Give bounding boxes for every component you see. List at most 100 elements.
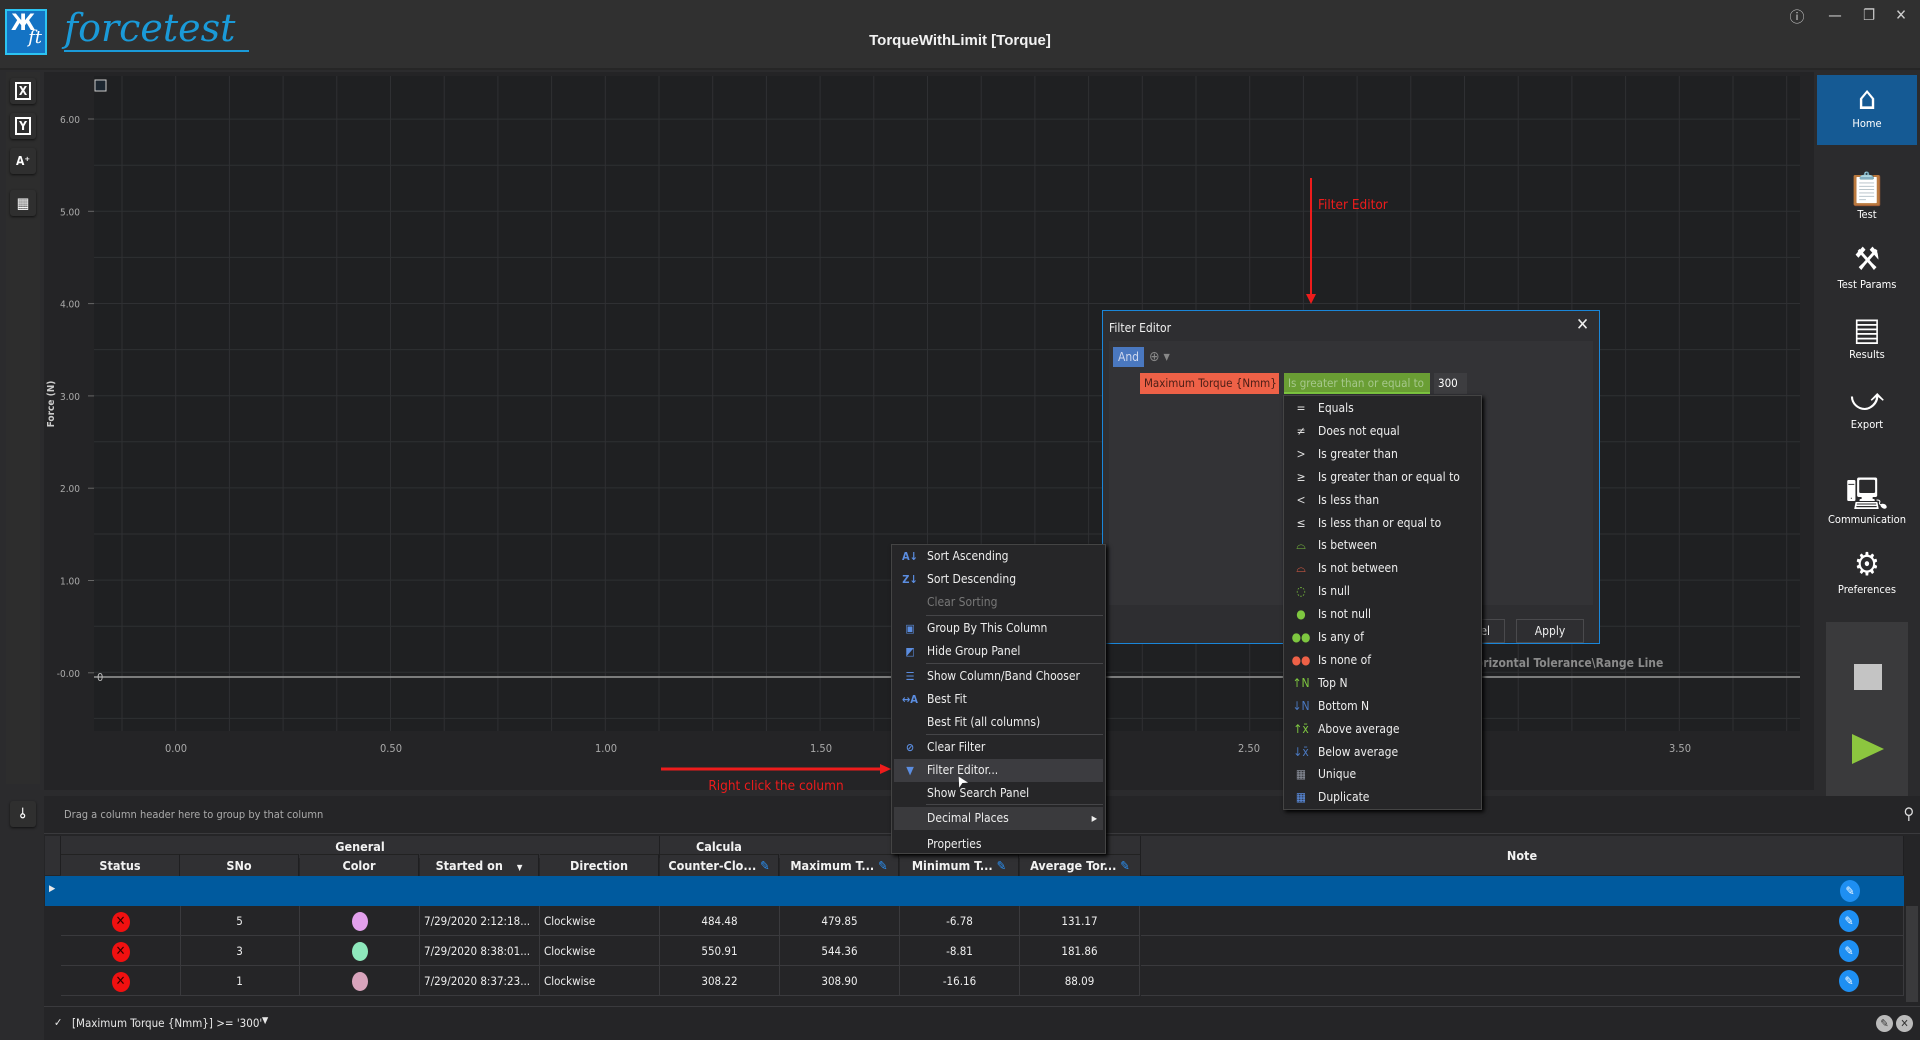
- context-menu-item[interactable]: ▣ Group By This Column: [894, 617, 1103, 640]
- column-header[interactable]: Color: [300, 854, 419, 876]
- operator-icon: =: [1296, 401, 1306, 415]
- table-row[interactable]: ✕ 1 7/29/2020 8:37:23... Clockwise 308.22 308…: [44, 966, 1904, 996]
- operator-option[interactable]: ● Is not null: [1284, 603, 1481, 626]
- condition-value[interactable]: 300: [1434, 373, 1467, 394]
- filter-enabled-checkbox[interactable]: ✓: [54, 1016, 62, 1029]
- group-panel-hint: Drag a column header here to group by th…: [64, 808, 324, 821]
- operator-option[interactable]: > Is greater than: [1284, 443, 1481, 466]
- menu-item-label: Clear Sorting: [927, 595, 998, 609]
- note-edit-icon[interactable]: ✎: [1839, 970, 1859, 992]
- column-header[interactable]: Average Tor... ✎: [1020, 854, 1141, 876]
- filter-expression[interactable]: [Maximum Torque {Nmm}] >= '300': [72, 1016, 262, 1030]
- cell-text: 484.48: [701, 914, 738, 928]
- operator-option[interactable]: < Is less than: [1284, 489, 1481, 512]
- test-params-icon: ⚒: [1854, 240, 1880, 278]
- column-header-note[interactable]: Note: [1141, 836, 1904, 875]
- note-edit-icon[interactable]: ✎: [1839, 940, 1859, 962]
- context-menu-item[interactable]: ◩ Hide Group Panel: [894, 640, 1103, 663]
- column-header-label: Direction: [570, 858, 628, 873]
- menu-separator: [926, 663, 1103, 664]
- menu-item-icon: ⊘: [905, 741, 915, 754]
- search-icon[interactable]: ⚲: [1903, 804, 1914, 823]
- nav-test[interactable]: 📋 Test: [1817, 170, 1917, 221]
- nav-test-params[interactable]: ⚒ Test Params: [1817, 240, 1917, 291]
- stop-button[interactable]: [1854, 664, 1882, 690]
- operator-option[interactable]: ⌓ Is between: [1284, 534, 1481, 557]
- fail-status-icon: ✕: [111, 971, 130, 992]
- nav-preferences[interactable]: ⚙ Preferences: [1817, 545, 1917, 596]
- context-menu-item[interactable]: ☰ Show Column/Band Chooser: [894, 665, 1103, 688]
- context-menu-item[interactable]: Properties: [894, 833, 1103, 856]
- cell-note[interactable]: ✎: [1141, 906, 1904, 936]
- edit-column-icon[interactable]: ✎: [760, 858, 769, 873]
- clear-filter-icon[interactable]: ✕: [1896, 1015, 1913, 1032]
- cell-note[interactable]: ✎: [1141, 936, 1904, 966]
- cell-note[interactable]: ✎: [1141, 966, 1904, 996]
- nav-communication[interactable]: 🖳 Communication: [1817, 475, 1917, 526]
- operator-option[interactable]: ↓N Bottom N: [1284, 695, 1481, 718]
- vertical-scrollbar[interactable]: [1906, 906, 1918, 1002]
- operator-option[interactable]: ●● Is none of: [1284, 649, 1481, 672]
- condition-operator[interactable]: Is greater than or equal to: [1284, 373, 1430, 394]
- nav-results[interactable]: ▤ Results: [1817, 310, 1917, 361]
- operator-option[interactable]: ≤ Is less than or equal to: [1284, 512, 1481, 535]
- edit-column-icon[interactable]: ✎: [997, 858, 1006, 873]
- menu-item-icon: ☰: [905, 670, 915, 683]
- annotation-line: Right click the column: [708, 778, 844, 794]
- operator-option[interactable]: ◌ Is null: [1284, 580, 1481, 603]
- apply-button[interactable]: Apply: [1516, 619, 1584, 643]
- cell-text: 88.09: [1064, 974, 1095, 988]
- table-row[interactable]: ✕ 3 7/29/2020 8:38:01... Clockwise 550.91 544…: [44, 936, 1904, 966]
- close-icon[interactable]: ✕: [1576, 315, 1589, 335]
- column-header[interactable]: SNo: [180, 854, 299, 876]
- column-header[interactable]: Direction: [540, 854, 659, 876]
- note-edit-icon[interactable]: ✎: [1840, 880, 1860, 902]
- operator-option[interactable]: ↓x̄ Below average: [1284, 741, 1481, 764]
- menu-item-label: Show Search Panel: [927, 786, 1030, 800]
- column-header[interactable]: Maximum T... ✎: [780, 854, 899, 876]
- nav-home[interactable]: ⌂ Home: [1817, 75, 1917, 145]
- table-row[interactable]: ✕ 5 7/29/2020 2:12:18... Clockwise 484.48 479…: [44, 906, 1904, 936]
- operator-option[interactable]: ▦ Unique: [1284, 763, 1481, 786]
- new-item-row[interactable]: ▶ ✎: [45, 876, 1904, 906]
- context-menu-item[interactable]: Show Search Panel: [894, 782, 1103, 805]
- column-header[interactable]: Minimum T... ✎: [900, 854, 1019, 876]
- operator-label: Bottom N: [1318, 698, 1370, 713]
- edit-column-icon[interactable]: ✎: [878, 858, 887, 873]
- operator-option[interactable]: ↑x̄ Above average: [1284, 718, 1481, 741]
- cell-ccw: 484.48: [660, 906, 780, 936]
- operator-icon: ▦: [1295, 790, 1307, 805]
- column-header[interactable]: Status: [61, 854, 180, 876]
- note-edit-icon[interactable]: ✎: [1839, 910, 1859, 932]
- column-header[interactable]: Counter-Clo... ✎: [660, 854, 779, 876]
- context-menu-item[interactable]: Best Fit (all columns): [894, 711, 1103, 734]
- context-menu-item[interactable]: Z↓ Sort Descending: [894, 568, 1103, 591]
- context-menu-item[interactable]: Decimal Places ▸: [894, 807, 1103, 830]
- operator-option[interactable]: ≥ Is greater than or equal to: [1284, 466, 1481, 489]
- condition-field[interactable]: Maximum Torque {Nmm}: [1140, 373, 1279, 394]
- chart-toggle-button[interactable]: ⫰: [10, 801, 36, 827]
- operator-option[interactable]: ▦ Duplicate: [1284, 786, 1481, 809]
- context-menu-item[interactable]: ↔A Best Fit: [894, 688, 1103, 711]
- group-operator-button[interactable]: And: [1113, 347, 1144, 367]
- operator-option[interactable]: ≠ Does not equal: [1284, 420, 1481, 443]
- add-condition-icon[interactable]: ⊕ ▾: [1149, 349, 1170, 365]
- context-menu-item[interactable]: ⊘ Clear Filter: [894, 736, 1103, 759]
- nav-export[interactable]: ⤻ Export: [1817, 380, 1917, 431]
- cell-text: 131.17: [1061, 914, 1098, 928]
- operator-option[interactable]: ⌓ Is not between: [1284, 557, 1481, 580]
- operator-option[interactable]: ●● Is any of: [1284, 626, 1481, 649]
- context-menu-item[interactable]: ▼ Filter Editor...: [894, 759, 1103, 782]
- cell-min: -16.16: [900, 966, 1020, 996]
- operator-option[interactable]: ↑N Top N: [1284, 672, 1481, 695]
- context-menu-item[interactable]: A↓ Sort Ascending: [894, 545, 1103, 568]
- cell-text: 544.36: [821, 944, 858, 958]
- play-button[interactable]: [1852, 734, 1884, 764]
- column-header[interactable]: Started on ▼: [420, 854, 539, 876]
- operator-label: Unique: [1318, 767, 1357, 782]
- edit-filter-icon[interactable]: ✎: [1876, 1015, 1893, 1032]
- filter-dropdown-icon[interactable]: ▼: [262, 1016, 268, 1026]
- edit-column-icon[interactable]: ✎: [1120, 858, 1129, 873]
- legend-checkbox[interactable]: [94, 79, 107, 92]
- operator-option[interactable]: = Equals: [1284, 397, 1481, 420]
